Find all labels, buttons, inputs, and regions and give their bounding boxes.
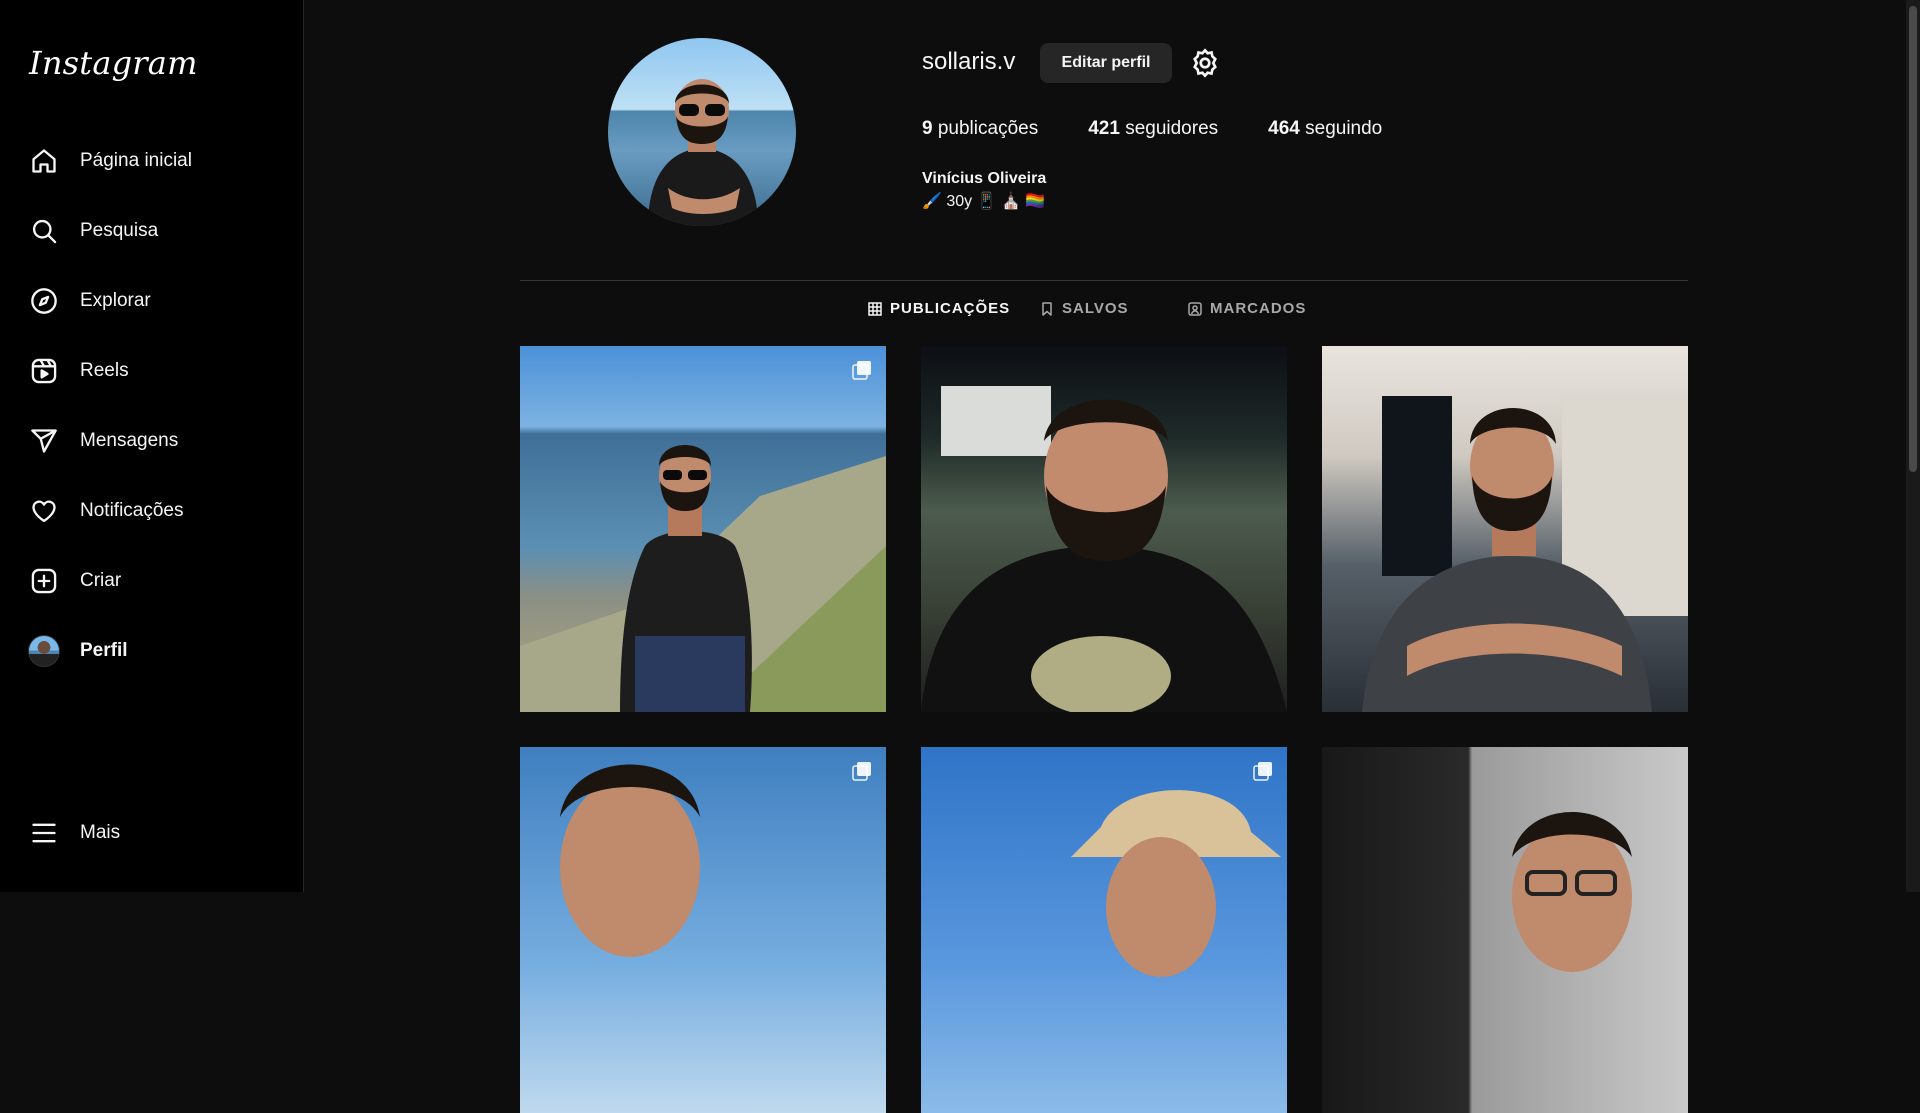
- sidebar-item-more[interactable]: Mais: [12, 805, 292, 861]
- profile-full-name: Vinícius Oliveira: [922, 170, 1047, 187]
- sidebar-item-search[interactable]: Pesquisa: [12, 203, 292, 259]
- sidebar: Instagram Página inicial Pesquisa Explor…: [0, 0, 304, 892]
- profile-username: sollaris.v: [922, 48, 1016, 75]
- following-count: 464: [1268, 118, 1300, 139]
- plus-square-icon: [28, 565, 60, 597]
- sidebar-item-label: Perfil: [80, 640, 128, 661]
- following-stat[interactable]: 464 seguindo: [1268, 118, 1382, 140]
- instagram-logo[interactable]: Instagram: [29, 44, 198, 82]
- followers-stat[interactable]: 421 seguidores: [1088, 118, 1218, 140]
- profile-tabs: PUBLICAÇÕES SALVOS MARCADOS: [520, 300, 1688, 326]
- sidebar-item-label: Pesquisa: [80, 220, 159, 241]
- posts-count-stat: 9 publicações: [922, 118, 1038, 140]
- tab-tagged[interactable]: MARCADOS: [1188, 300, 1306, 317]
- reels-icon: [28, 355, 60, 387]
- sidebar-item-create[interactable]: Criar: [12, 553, 292, 609]
- tabs-divider: [520, 280, 1688, 281]
- sidebar-item-label: Explorar: [80, 290, 151, 311]
- page-scrollbar[interactable]: [1906, 0, 1920, 892]
- tagged-icon: [1188, 301, 1202, 316]
- home-icon: [28, 145, 60, 177]
- tab-label: SALVOS: [1062, 300, 1129, 317]
- sidebar-item-profile[interactable]: Perfil: [12, 623, 292, 679]
- search-icon: [28, 215, 60, 247]
- posts-count: 9: [922, 118, 933, 139]
- sidebar-item-label: Criar: [80, 570, 122, 591]
- profile-bio: 🖌️ 30y 📱 ⛪ 🏳️‍🌈: [922, 193, 1046, 210]
- profile-avatar[interactable]: [608, 38, 796, 226]
- send-icon: [28, 425, 60, 457]
- heart-icon: [28, 495, 60, 527]
- sidebar-item-label: Notificações: [80, 500, 184, 521]
- tab-label: MARCADOS: [1210, 300, 1307, 317]
- tab-label: PUBLICAÇÕES: [890, 300, 1011, 317]
- multiple-photos-icon: [1253, 761, 1273, 781]
- multiple-photos-icon: [852, 360, 872, 380]
- sidebar-item-label: Página inicial: [80, 150, 192, 171]
- grid-icon: [868, 301, 882, 316]
- sidebar-item-explore[interactable]: Explorar: [12, 273, 292, 329]
- bookmark-icon: [1040, 301, 1054, 316]
- scrollbar-thumb[interactable]: [1909, 6, 1917, 472]
- post-thumbnail[interactable]: [520, 346, 886, 712]
- sidebar-item-messages[interactable]: Mensagens: [12, 413, 292, 469]
- followers-label: seguidores: [1125, 118, 1219, 139]
- post-thumbnail[interactable]: [1322, 747, 1688, 1113]
- sidebar-item-home[interactable]: Página inicial: [12, 133, 292, 189]
- posts-label: publicações: [937, 118, 1039, 139]
- profile-stats: 9 publicações 421 seguidores 464 seguind…: [922, 118, 1432, 140]
- tab-posts[interactable]: PUBLICAÇÕES: [868, 300, 1010, 317]
- menu-icon: [28, 817, 60, 849]
- sidebar-item-reels[interactable]: Reels: [12, 343, 292, 399]
- settings-gear-icon[interactable]: [1189, 47, 1221, 79]
- post-thumbnail[interactable]: [520, 747, 886, 1113]
- sidebar-item-label: Mais: [80, 822, 121, 843]
- edit-profile-button[interactable]: Editar perfil: [1040, 43, 1172, 83]
- tab-saved[interactable]: SALVOS: [1040, 300, 1129, 317]
- post-thumbnail[interactable]: [921, 346, 1287, 712]
- sidebar-item-label: Mensagens: [80, 430, 179, 451]
- post-thumbnail[interactable]: [921, 747, 1287, 1113]
- followers-count: 421: [1088, 118, 1120, 139]
- multiple-photos-icon: [852, 761, 872, 781]
- following-label: seguindo: [1305, 118, 1383, 139]
- sidebar-item-label: Reels: [80, 360, 129, 381]
- sidebar-item-notifications[interactable]: Notificações: [12, 483, 292, 539]
- profile-main: sollaris.v Editar perfil 9 publicações 4…: [305, 0, 1920, 1113]
- compass-icon: [28, 285, 60, 317]
- avatar-icon: [28, 635, 60, 667]
- post-thumbnail[interactable]: [1322, 346, 1688, 712]
